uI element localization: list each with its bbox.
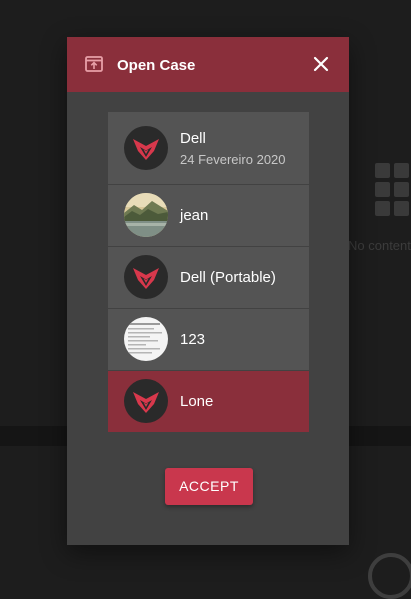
document-thumbnail-icon: [124, 317, 168, 361]
empty-state-text: No content: [348, 238, 411, 253]
case-item-123[interactable]: 123: [108, 309, 309, 371]
app-logo-icon: [124, 126, 168, 170]
case-item-jean[interactable]: jean: [108, 185, 309, 247]
dialog-title: Open Case: [117, 57, 196, 74]
grid-view-icon: [375, 163, 411, 217]
case-date: 24 Fevereiro 2020: [180, 152, 286, 167]
case-item-lone[interactable]: Lone: [108, 371, 309, 432]
case-name: Dell: [180, 130, 206, 147]
landscape-photo-icon: [124, 193, 168, 237]
open-folder-icon: [85, 56, 103, 72]
close-icon[interactable]: [311, 54, 331, 74]
case-name: Dell (Portable): [180, 269, 276, 286]
loading-circle-icon: [368, 553, 411, 599]
dialog-header: Open Case: [67, 37, 349, 92]
open-case-dialog: Open Case Dell 24 Fevereiro 2020 jean De…: [67, 37, 349, 545]
case-item-dell[interactable]: Dell 24 Fevereiro 2020: [108, 112, 309, 185]
case-name: 123: [180, 331, 206, 348]
accept-button[interactable]: ACCEPT: [165, 468, 253, 505]
case-name: jean: [180, 207, 209, 224]
case-name: Lone: [180, 393, 214, 410]
case-item-dell-portable[interactable]: Dell (Portable): [108, 247, 309, 309]
app-logo-icon: [124, 379, 168, 423]
case-list: Dell 24 Fevereiro 2020 jean Dell (Portab…: [108, 112, 309, 432]
app-logo-icon: [124, 255, 168, 299]
